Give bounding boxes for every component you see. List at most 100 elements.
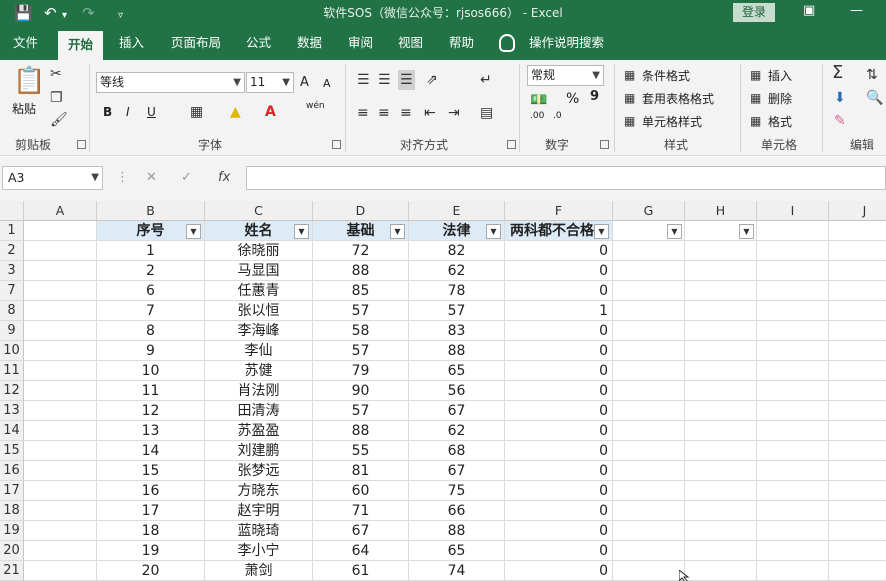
minimize-icon[interactable]: — xyxy=(850,3,863,18)
cell-both-fail[interactable]: 0 xyxy=(505,441,613,461)
align-left-icon[interactable]: ≡ xyxy=(357,105,369,121)
row-header[interactable]: 21 xyxy=(0,561,24,581)
cell-basic[interactable]: 90 xyxy=(313,381,409,401)
phonetic-guide-button[interactable]: wén xyxy=(306,101,325,111)
select-all-corner[interactable] xyxy=(0,201,24,221)
cell-both-fail[interactable]: 0 xyxy=(505,401,613,421)
filter-dropdown-icon[interactable]: ▼ xyxy=(667,224,682,239)
cell-name[interactable]: 苏健 xyxy=(205,361,313,381)
filter-dropdown-icon[interactable]: ▼ xyxy=(486,224,501,239)
empty-cell[interactable] xyxy=(685,561,757,581)
empty-cell[interactable] xyxy=(757,281,829,301)
cell-law[interactable]: 57 xyxy=(409,301,505,321)
empty-cell[interactable] xyxy=(685,241,757,261)
cell-name[interactable]: 徐晓丽 xyxy=(205,241,313,261)
header-cell-h[interactable]: ▼ xyxy=(685,221,757,241)
column-header-c[interactable]: C xyxy=(205,201,313,221)
cell-law[interactable]: 67 xyxy=(409,461,505,481)
empty-cell[interactable] xyxy=(757,561,829,581)
format-cells-button[interactable]: 格式 xyxy=(768,113,792,130)
enter-icon[interactable]: ✓ xyxy=(181,170,192,185)
cell-seq[interactable]: 16 xyxy=(97,481,205,501)
empty-cell[interactable] xyxy=(757,341,829,361)
empty-cell[interactable] xyxy=(24,481,97,501)
empty-cell[interactable] xyxy=(24,381,97,401)
cell-basic[interactable]: 79 xyxy=(313,361,409,381)
empty-cell[interactable] xyxy=(613,261,685,281)
cell-seq[interactable]: 20 xyxy=(97,561,205,581)
cell-name[interactable]: 萧剑 xyxy=(205,561,313,581)
empty-cell[interactable] xyxy=(685,521,757,541)
number-format-select[interactable]: 常规 ▼ xyxy=(527,65,604,86)
empty-cell[interactable] xyxy=(829,381,886,401)
clipboard-launcher-icon[interactable] xyxy=(77,140,86,149)
tab-page-layout[interactable]: 页面布局 xyxy=(171,26,221,60)
cell-name[interactable]: 李仙 xyxy=(205,341,313,361)
cell-seq[interactable]: 1 xyxy=(97,241,205,261)
empty-cell[interactable] xyxy=(613,481,685,501)
empty-cell[interactable] xyxy=(829,401,886,421)
cell-law[interactable]: 62 xyxy=(409,261,505,281)
cell-styles-button[interactable]: 单元格样式 xyxy=(642,113,702,130)
tab-review[interactable]: 审阅 xyxy=(348,26,373,60)
empty-cell[interactable] xyxy=(613,561,685,581)
empty-cell[interactable] xyxy=(829,421,886,441)
empty-cell[interactable] xyxy=(685,361,757,381)
align-right-icon[interactable]: ≡ xyxy=(400,105,412,121)
alignment-launcher-icon[interactable] xyxy=(507,140,516,149)
empty-cell[interactable] xyxy=(757,301,829,321)
cell-name[interactable]: 方晓东 xyxy=(205,481,313,501)
cell-basic[interactable]: 57 xyxy=(313,401,409,421)
cell-law[interactable]: 62 xyxy=(409,421,505,441)
font-name-select[interactable]: 等线 ▼ xyxy=(96,72,245,93)
empty-cell[interactable] xyxy=(613,421,685,441)
empty-cell[interactable] xyxy=(685,401,757,421)
row-header[interactable]: 1 xyxy=(0,221,24,241)
cell-name[interactable]: 赵宇明 xyxy=(205,501,313,521)
cell-law[interactable]: 75 xyxy=(409,481,505,501)
insert-function-button[interactable]: fx xyxy=(218,170,230,185)
name-box[interactable]: A3 ▼ xyxy=(2,166,103,190)
row-header[interactable]: 7 xyxy=(0,281,24,301)
tab-file[interactable]: 文件 xyxy=(13,26,38,60)
empty-cell[interactable] xyxy=(685,441,757,461)
cell-basic[interactable]: 57 xyxy=(313,301,409,321)
empty-cell[interactable] xyxy=(24,341,97,361)
empty-cell[interactable] xyxy=(829,481,886,501)
filter-dropdown-icon[interactable]: ▼ xyxy=(186,224,201,239)
empty-cell[interactable] xyxy=(613,301,685,321)
insert-cells-button[interactable]: 插入 xyxy=(768,67,792,84)
cell-law[interactable]: 56 xyxy=(409,381,505,401)
sort-filter-icon[interactable]: ⇅ xyxy=(866,67,878,83)
decrease-indent-icon[interactable]: ⇤ xyxy=(424,105,436,121)
cell-seq[interactable]: 19 xyxy=(97,541,205,561)
cell-name[interactable]: 李小宁 xyxy=(205,541,313,561)
empty-cell[interactable] xyxy=(24,461,97,481)
empty-cell[interactable] xyxy=(829,261,886,281)
empty-cell[interactable] xyxy=(757,501,829,521)
increase-decimal-button[interactable]: .00 xyxy=(530,111,544,121)
decrease-decimal-button[interactable]: .0 xyxy=(553,111,562,121)
cell-both-fail[interactable]: 0 xyxy=(505,561,613,581)
empty-cell[interactable] xyxy=(829,561,886,581)
comma-style-button[interactable]: 9 xyxy=(590,89,599,104)
empty-cell[interactable] xyxy=(685,481,757,501)
cell-both-fail[interactable]: 0 xyxy=(505,321,613,341)
empty-cell[interactable] xyxy=(613,361,685,381)
empty-cell[interactable] xyxy=(24,241,97,261)
format-as-table-button[interactable]: 套用表格格式 xyxy=(642,90,714,107)
row-header[interactable]: 19 xyxy=(0,521,24,541)
filter-dropdown-icon[interactable]: ▼ xyxy=(390,224,405,239)
wrap-text-icon[interactable]: ↵ xyxy=(480,72,492,88)
tab-view[interactable]: 视图 xyxy=(398,26,423,60)
empty-cell[interactable] xyxy=(829,441,886,461)
copy-icon[interactable]: ❐ xyxy=(50,90,63,106)
empty-cell[interactable] xyxy=(757,541,829,561)
empty-cell[interactable] xyxy=(685,541,757,561)
empty-cell[interactable] xyxy=(829,461,886,481)
cell-law[interactable]: 78 xyxy=(409,281,505,301)
cell-both-fail[interactable]: 0 xyxy=(505,481,613,501)
fill-color-icon[interactable]: ▲ xyxy=(230,104,241,120)
cell-both-fail[interactable]: 0 xyxy=(505,341,613,361)
increase-indent-icon[interactable]: ⇥ xyxy=(448,105,460,121)
